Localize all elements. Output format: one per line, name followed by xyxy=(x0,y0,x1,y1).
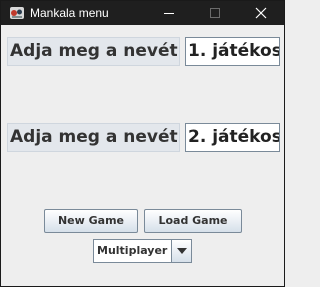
chevron-down-icon xyxy=(177,248,187,254)
maximize-icon xyxy=(210,8,220,18)
close-button[interactable] xyxy=(238,1,284,25)
new-game-button[interactable]: New Game xyxy=(44,209,138,233)
mankala-app-icon xyxy=(9,5,25,21)
minimize-icon xyxy=(164,13,174,14)
player1-name-label: Adja meg a nevét: xyxy=(7,37,180,66)
minimize-button[interactable] xyxy=(146,1,192,25)
app-window: Mankala menu Adja meg a nevét: 1. játéko… xyxy=(0,0,285,287)
load-game-button[interactable]: Load Game xyxy=(144,209,242,233)
game-mode-value: Multiplayer xyxy=(97,244,168,257)
window-title: Mankala menu xyxy=(30,6,109,20)
dropdown-arrow-button[interactable] xyxy=(171,240,191,262)
close-icon xyxy=(255,7,267,19)
player2-name-label: Adja meg a nevét: xyxy=(7,123,180,152)
game-mode-select[interactable]: Multiplayer xyxy=(93,239,192,263)
player1-name-field[interactable]: 1. játékos xyxy=(185,37,280,66)
player2-name-field[interactable]: 2. játékos xyxy=(185,123,280,152)
title-bar[interactable]: Mankala menu xyxy=(1,1,284,25)
maximize-button[interactable] xyxy=(192,1,238,25)
